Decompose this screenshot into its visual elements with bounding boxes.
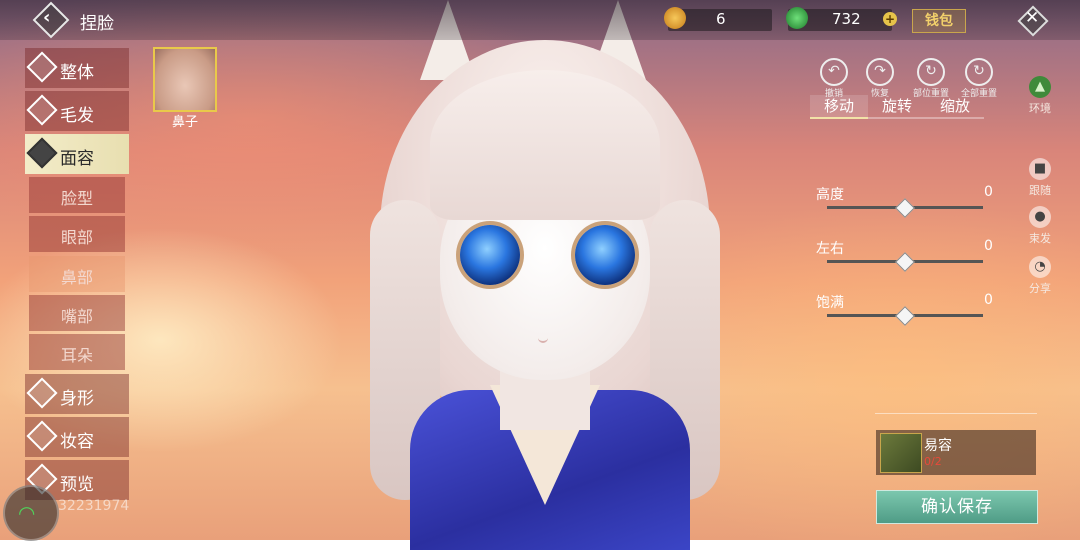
hair-tie-icon: ● <box>1029 206 1051 228</box>
tab-move[interactable]: 移动 <box>810 95 868 119</box>
wallet-button[interactable]: 钱包 <box>912 9 966 33</box>
redo-button[interactable]: ↷ 恢复 <box>862 58 898 99</box>
network-status[interactable]: ◠ <box>3 485 59 541</box>
environment-label: 环境 <box>1029 102 1051 115</box>
tab-rotate[interactable]: 旋转 <box>868 95 926 119</box>
share-icon: ◔ <box>1029 256 1051 278</box>
submenu-label: 脸型 <box>60 189 93 208</box>
menu-item-label: 毛发 <box>60 106 94 126</box>
item-quantity: 0/2 <box>924 455 942 468</box>
menu-item-makeup[interactable]: 妆容 <box>25 417 129 457</box>
submenu-item-mouth[interactable]: 嘴部 <box>29 295 125 331</box>
face-icon <box>26 137 58 169</box>
gold-coin-icon <box>664 7 686 29</box>
fullness-slider-value: 0 <box>984 292 993 308</box>
page-title: 捏脸 <box>80 14 114 34</box>
submenu-label: 鼻部 <box>60 268 93 287</box>
submenu-item-face-shape[interactable]: 脸型 <box>29 177 125 213</box>
left-eye <box>460 225 520 285</box>
confirm-save-button[interactable]: 确认保存 <box>876 490 1038 524</box>
share-label: 分享 <box>1029 282 1051 295</box>
disguise-item-card[interactable]: 易容 0/2 <box>876 430 1036 475</box>
hair-tie-label: 束发 <box>1029 232 1051 245</box>
menu-item-body[interactable]: 身形 <box>25 374 129 414</box>
player-id: 32231974 <box>58 498 130 514</box>
undo-button[interactable]: ↶ 撤销 <box>816 58 852 99</box>
hair-tie-button[interactable]: ● 束发 <box>1024 206 1056 246</box>
submenu-label: 眼部 <box>60 228 93 247</box>
follow-label: 跟随 <box>1029 184 1051 197</box>
camera-icon: ■ <box>1029 158 1051 180</box>
character-model[interactable] <box>360 0 730 550</box>
menu-item-label: 身形 <box>60 389 94 409</box>
menu-item-label: 整体 <box>60 63 94 83</box>
part-label: 鼻子 <box>171 115 198 130</box>
currency1-value: 6 <box>716 10 726 28</box>
environment-button[interactable]: ▲ 环境 <box>1024 76 1056 116</box>
submenu-label: 嘴部 <box>60 307 93 326</box>
height-slider-value: 0 <box>984 184 993 200</box>
submenu-label: 耳朵 <box>60 346 93 365</box>
back-button[interactable]: ‹ <box>32 1 70 39</box>
currency2-value: 732 <box>832 10 861 28</box>
horizontal-slider-label: 左右 <box>816 241 844 257</box>
tree-icon: ▲ <box>1029 76 1051 98</box>
chevron-left-icon: ‹ <box>43 7 51 28</box>
height-slider-label: 高度 <box>816 187 844 203</box>
back-icon-frame <box>32 1 70 39</box>
menu-item-label: 妆容 <box>60 432 94 452</box>
undo-icon: ↶ <box>820 58 848 86</box>
item-name: 易容 <box>924 438 952 454</box>
jade-coin-icon <box>786 7 808 29</box>
nose-part-thumbnail[interactable] <box>153 47 217 112</box>
hair-icon <box>26 94 58 126</box>
overall-icon <box>26 51 58 83</box>
redo-icon: ↷ <box>866 58 894 86</box>
submenu-item-nose[interactable]: 鼻部 <box>29 256 125 292</box>
reset-part-icon: ↻ <box>917 58 945 86</box>
reset-all-icon: ↻ <box>965 58 993 86</box>
fullness-slider-label: 饱满 <box>816 295 844 311</box>
tab-scale[interactable]: 缩放 <box>926 95 984 119</box>
submenu-item-eyes[interactable]: 眼部 <box>29 216 125 252</box>
share-button[interactable]: ◔ 分享 <box>1024 256 1056 296</box>
close-button[interactable]: ✕ <box>1016 4 1049 37</box>
disguise-item-icon <box>880 433 922 473</box>
wifi-icon: ◠ <box>19 501 35 525</box>
add-currency-icon[interactable]: + <box>883 12 897 26</box>
close-icon: ✕ <box>1025 8 1040 28</box>
horizontal-slider-value: 0 <box>984 238 993 254</box>
menu-item-label: 面容 <box>60 149 94 169</box>
menu-item-face[interactable]: 面容 <box>25 134 129 174</box>
reset-part-button[interactable]: ↻ 部位重置 <box>910 58 952 99</box>
right-eye <box>575 225 635 285</box>
menu-item-overall[interactable]: 整体 <box>25 48 129 88</box>
menu-item-label: 预览 <box>60 475 94 495</box>
follow-button[interactable]: ■ 跟随 <box>1024 158 1056 198</box>
reset-all-button[interactable]: ↻ 全部重置 <box>958 58 1000 99</box>
menu-item-hair[interactable]: 毛发 <box>25 91 129 131</box>
makeup-icon <box>26 420 58 452</box>
body-icon <box>26 377 58 409</box>
bangs <box>430 70 660 220</box>
divider <box>875 413 1037 414</box>
submenu-item-ears[interactable]: 耳朵 <box>29 334 125 370</box>
